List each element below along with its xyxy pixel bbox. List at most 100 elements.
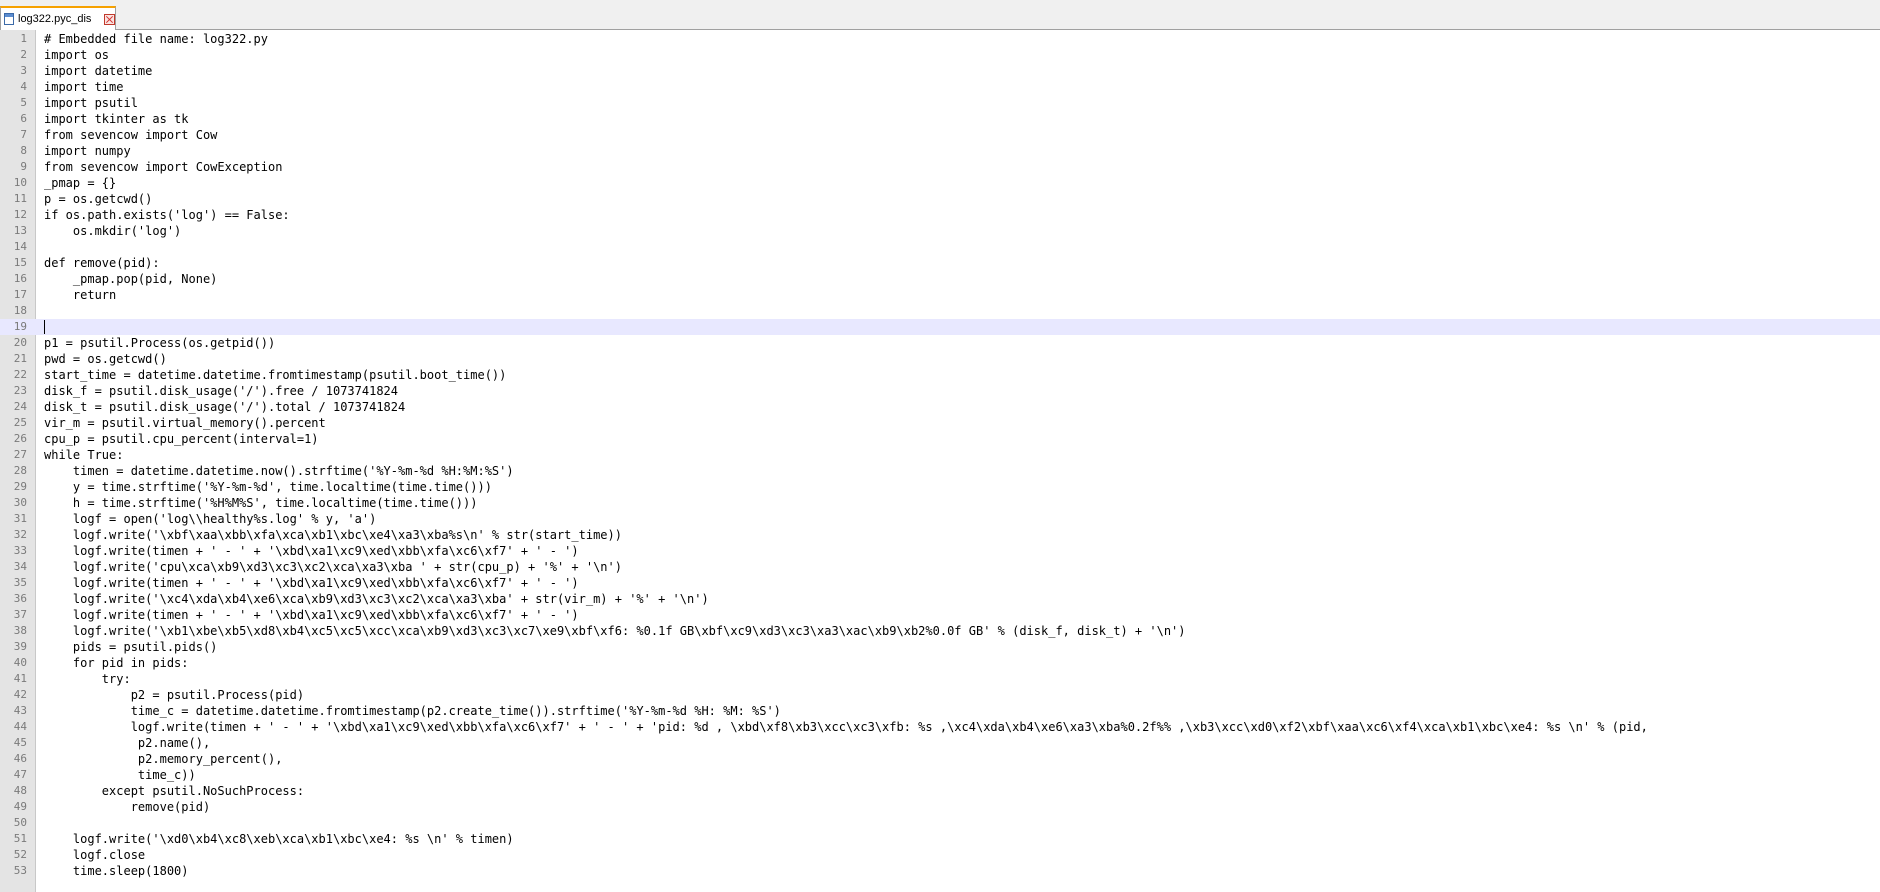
code-line[interactable]: 51 logf.write('\xd0\xb4\xc8\xeb\xca\xb1\…	[0, 831, 1880, 847]
line-number: 2	[20, 48, 27, 61]
line-number: 7	[20, 128, 27, 141]
editor-window: log322.pyc_dis 1 # Embedded file name: lo…	[0, 0, 1880, 892]
tab-log322-pyc-dis[interactable]: log322.pyc_dis	[0, 6, 116, 30]
code-line[interactable]: 47 time_c))	[0, 767, 1880, 783]
line-number: 33	[13, 544, 27, 557]
code-text: import os	[44, 48, 110, 62]
code-line[interactable]: 39 pids = psutil.pids()	[0, 639, 1880, 655]
code-line[interactable]: 10 _pmap = {}	[0, 175, 1880, 191]
code-line[interactable]: 15 def remove(pid):	[0, 255, 1880, 271]
code-line[interactable]: 43 time_c = datetime.datetime.fromtimest…	[0, 703, 1880, 719]
code-text: logf.write('\xc4\xda\xb4\xe6\xca\xb9\xd3…	[44, 592, 709, 606]
code-text: logf.write('\xd0\xb4\xc8\xeb\xca\xb1\xbc…	[44, 832, 514, 846]
code-line[interactable]: 32 logf.write('\xbf\xaa\xbb\xfa\xca\xb1\…	[0, 527, 1880, 543]
code-text: vir_m = psutil.virtual_memory().percent	[44, 416, 326, 430]
line-number: 39	[13, 640, 27, 653]
code-line[interactable]: 44 logf.write(timen + ' - ' + '\xbd\xa1\…	[0, 719, 1880, 735]
code-line[interactable]: 33 logf.write(timen + ' - ' + '\xbd\xa1\…	[0, 543, 1880, 559]
code-line[interactable]: 42 p2 = psutil.Process(pid)	[0, 687, 1880, 703]
code-line[interactable]: 21 pwd = os.getcwd()	[0, 351, 1880, 367]
code-text: for pid in pids:	[44, 656, 189, 670]
code-text: p = os.getcwd()	[44, 192, 153, 206]
tab-bar: log322.pyc_dis	[0, 0, 1880, 30]
line-number: 45	[13, 736, 27, 749]
line-number: 30	[13, 496, 27, 509]
code-line[interactable]: 26 cpu_p = psutil.cpu_percent(interval=1)	[0, 431, 1880, 447]
line-number: 31	[13, 512, 27, 525]
line-number: 11	[13, 192, 27, 205]
code-line[interactable]: 30 h = time.strftime('%H%M%S', time.loca…	[0, 495, 1880, 511]
code-text: disk_f = psutil.disk_usage('/').free / 1…	[44, 384, 399, 398]
line-number: 22	[13, 368, 27, 381]
code-line[interactable]: 25 vir_m = psutil.virtual_memory().percen…	[0, 415, 1880, 431]
code-text: time.sleep(1800)	[44, 864, 189, 878]
code-line[interactable]: 29 y = time.strftime('%Y-%m-%d', time.lo…	[0, 479, 1880, 495]
code-line[interactable]: 34 logf.write('cpu\xca\xb9\xd3\xc3\xc2\x…	[0, 559, 1880, 575]
code-text: disk_t = psutil.disk_usage('/').total / …	[44, 400, 406, 414]
code-line[interactable]: 36 logf.write('\xc4\xda\xb4\xe6\xca\xb9\…	[0, 591, 1880, 607]
line-number: 19	[13, 320, 27, 333]
code-line[interactable]: 52 logf.close	[0, 847, 1880, 863]
line-number: 48	[13, 784, 27, 797]
code-text: try:	[44, 672, 131, 686]
code-line[interactable]: 40 for pid in pids:	[0, 655, 1880, 671]
code-line[interactable]: 49 remove(pid)	[0, 799, 1880, 815]
code-line[interactable]: 8 import numpy	[0, 143, 1880, 159]
code-text: from sevencow import Cow	[44, 128, 218, 142]
code-text: y = time.strftime('%Y-%m-%d', time.local…	[44, 480, 492, 494]
code-line[interactable]: 7 from sevencow import Cow	[0, 127, 1880, 143]
code-line[interactable]: 20 p1 = psutil.Process(os.getpid())	[0, 335, 1880, 351]
code-line[interactable]: 23 disk_f = psutil.disk_usage('/').free /…	[0, 383, 1880, 399]
code-line[interactable]: 17 return	[0, 287, 1880, 303]
line-number: 50	[13, 816, 27, 829]
line-number: 53	[13, 864, 27, 877]
code-line[interactable]: 6 import tkinter as tk	[0, 111, 1880, 127]
code-line[interactable]: 9 from sevencow import CowException	[0, 159, 1880, 175]
code-line[interactable]: 48 except psutil.NoSuchProcess:	[0, 783, 1880, 799]
code-line[interactable]: 19	[0, 319, 1880, 335]
code-line[interactable]: 11 p = os.getcwd()	[0, 191, 1880, 207]
code-line[interactable]: 38 logf.write('\xb1\xbe\xb5\xd8\xb4\xc5\…	[0, 623, 1880, 639]
code-text: logf.write('cpu\xca\xb9\xd3\xc3\xc2\xca\…	[44, 560, 622, 574]
code-line[interactable]: 3 import datetime	[0, 63, 1880, 79]
line-number: 28	[13, 464, 27, 477]
code-line[interactable]: 24 disk_t = psutil.disk_usage('/').total …	[0, 399, 1880, 415]
code-line[interactable]: 27 while True:	[0, 447, 1880, 463]
code-text: logf.write(timen + ' - ' + '\xbd\xa1\xc9…	[44, 544, 579, 558]
line-number: 44	[13, 720, 27, 733]
code-line[interactable]: 31 logf = open('log\\healthy%s.log' % y,…	[0, 511, 1880, 527]
code-line[interactable]: 37 logf.write(timen + ' - ' + '\xbd\xa1\…	[0, 607, 1880, 623]
line-number: 41	[13, 672, 27, 685]
code-line[interactable]: 16 _pmap.pop(pid, None)	[0, 271, 1880, 287]
code-line[interactable]: 12 if os.path.exists('log') == False:	[0, 207, 1880, 223]
code-line[interactable]: 13 os.mkdir('log')	[0, 223, 1880, 239]
code-line[interactable]: 2 import os	[0, 47, 1880, 63]
code-line[interactable]: 22 start_time = datetime.datetime.fromtim…	[0, 367, 1880, 383]
code-line[interactable]: 4 import time	[0, 79, 1880, 95]
line-number: 8	[20, 144, 27, 157]
code-line[interactable]: 41 try:	[0, 671, 1880, 687]
code-text: return	[44, 288, 117, 302]
code-line[interactable]: 18	[0, 303, 1880, 319]
close-icon[interactable]	[104, 13, 115, 25]
code-text: if os.path.exists('log') == False:	[44, 208, 290, 222]
code-line[interactable]: 14	[0, 239, 1880, 255]
code-text: logf.write('\xbf\xaa\xbb\xfa\xca\xb1\xbc…	[44, 528, 622, 542]
code-line[interactable]: 50	[0, 815, 1880, 831]
code-line[interactable]: 5 import psutil	[0, 95, 1880, 111]
line-number: 17	[13, 288, 27, 301]
code-line[interactable]: 46 p2.memory_percent(),	[0, 751, 1880, 767]
code-text: logf.write(timen + ' - ' + '\xbd\xa1\xc9…	[44, 576, 579, 590]
code-line[interactable]: 28 timen = datetime.datetime.now().strft…	[0, 463, 1880, 479]
code-line[interactable]: 53 time.sleep(1800)	[0, 863, 1880, 879]
code-text: h = time.strftime('%H%M%S', time.localti…	[44, 496, 478, 510]
code-editor[interactable]: 1 # Embedded file name: log322.py 2 import …	[0, 30, 1880, 892]
code-line[interactable]: 45 p2.name(),	[0, 735, 1880, 751]
code-line[interactable]: 1 # Embedded file name: log322.py	[0, 31, 1880, 47]
code-lines: 1 # Embedded file name: log322.py 2 import …	[0, 31, 1880, 879]
code-line[interactable]: 35 logf.write(timen + ' - ' + '\xbd\xa1\…	[0, 575, 1880, 591]
line-number: 16	[13, 272, 27, 285]
line-number: 37	[13, 608, 27, 621]
line-number: 21	[13, 352, 27, 365]
code-text: logf = open('log\\healthy%s.log' % y, 'a…	[44, 512, 377, 526]
